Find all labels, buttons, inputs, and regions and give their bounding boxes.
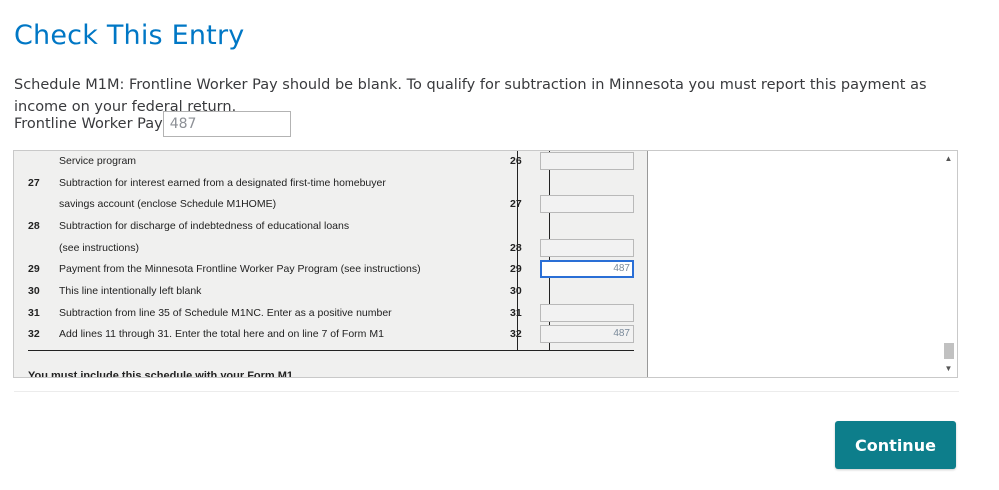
line-description: Add lines 11 through 31. Enter the total… bbox=[59, 328, 384, 340]
line-amount-field[interactable] bbox=[540, 152, 634, 170]
line-column-number: 28 bbox=[510, 242, 522, 254]
form-line: Service program 26 bbox=[14, 151, 647, 173]
line-amount-field[interactable] bbox=[540, 195, 634, 213]
divider bbox=[14, 391, 959, 392]
line-column-number: 26 bbox=[510, 155, 522, 167]
form-line: 30 This line intentionally left blank 30 bbox=[14, 281, 647, 303]
line-number: 29 bbox=[28, 263, 40, 275]
line-amount-field[interactable] bbox=[540, 239, 634, 257]
line-description: Subtraction from line 35 of Schedule M1N… bbox=[59, 307, 392, 319]
form-line: (see instructions) 28 bbox=[14, 238, 647, 260]
page-title: Check This Entry bbox=[14, 20, 245, 52]
line-number: 32 bbox=[28, 328, 40, 340]
line-amount-field[interactable]: 487 bbox=[540, 260, 634, 278]
form-line: 27 Subtraction for interest earned from a… bbox=[14, 173, 647, 195]
line-column-number: 27 bbox=[510, 198, 522, 210]
line-column-number: 32 bbox=[510, 328, 522, 340]
line-description: Subtraction for interest earned from a d… bbox=[59, 177, 386, 189]
scroll-down-icon[interactable]: ▼ bbox=[940, 361, 957, 377]
scroll-thumb[interactable] bbox=[944, 343, 954, 359]
line-number: 27 bbox=[28, 177, 40, 189]
line-description: Service program bbox=[59, 155, 137, 167]
line-column-number: 31 bbox=[510, 307, 522, 319]
vertical-scrollbar[interactable]: ▲ ▼ bbox=[940, 151, 957, 377]
form-preview: Service program 26 27 Subtraction for inter… bbox=[13, 150, 958, 378]
form-page: Service program 26 27 Subtraction for inter… bbox=[14, 151, 648, 378]
line-column-number: 29 bbox=[510, 263, 522, 275]
frontline-worker-pay-field: Frontline Worker Pay bbox=[14, 110, 291, 138]
line-amount-field[interactable] bbox=[540, 304, 634, 322]
line-description: Subtraction for discharge of indebtednes… bbox=[59, 220, 350, 232]
form-line: 29 Payment from the Minnesota Frontline W… bbox=[14, 259, 647, 281]
line-description: Payment from the Minnesota Frontline Wor… bbox=[59, 263, 421, 275]
scroll-up-icon[interactable]: ▲ bbox=[940, 151, 957, 167]
form-line: 28 Subtraction for discharge of indebtedn… bbox=[14, 216, 647, 238]
form-bottom-rule bbox=[28, 350, 634, 351]
continue-button[interactable]: Continue bbox=[835, 421, 956, 469]
line-number: 31 bbox=[28, 307, 40, 319]
line-number: 28 bbox=[28, 220, 40, 232]
line-description: savings account (enclose Schedule M1HOME… bbox=[59, 198, 277, 210]
form-line: 31 Subtraction from line 35 of Schedule M… bbox=[14, 303, 647, 325]
field-label: Frontline Worker Pay bbox=[14, 116, 163, 132]
line-column-number: 30 bbox=[510, 285, 522, 297]
footer-note: You must include this schedule with your… bbox=[28, 370, 297, 378]
form-line: savings account (enclose Schedule M1HOME… bbox=[14, 194, 647, 216]
line-description: This line intentionally left blank bbox=[59, 285, 202, 297]
line-description: (see instructions) bbox=[59, 242, 139, 254]
frontline-worker-pay-input[interactable] bbox=[162, 111, 291, 137]
form-line: 32 Add lines 11 through 31. Enter the tot… bbox=[14, 324, 647, 346]
line-number: 30 bbox=[28, 285, 40, 297]
line-amount-field[interactable]: 487 bbox=[540, 325, 634, 343]
